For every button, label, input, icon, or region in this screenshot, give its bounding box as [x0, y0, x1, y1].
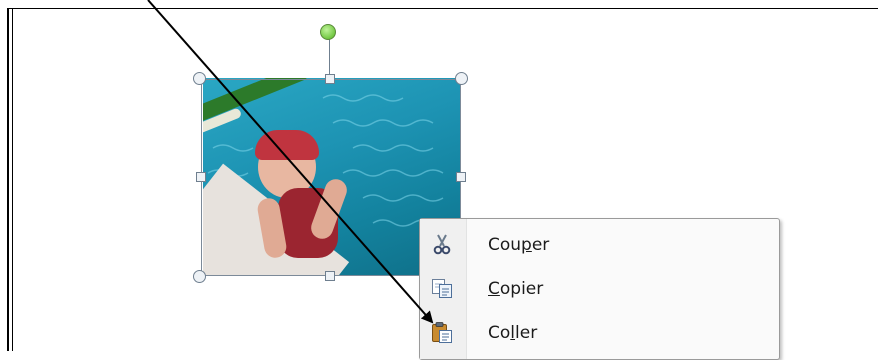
- menu-item-label: Copier: [488, 279, 544, 299]
- menu-item-copy[interactable]: Copier: [420, 267, 778, 309]
- resize-handle-top-right-icon[interactable]: [455, 72, 468, 85]
- clipboard-paste-icon: [432, 322, 452, 343]
- scissors-icon: [433, 234, 451, 255]
- resize-handle-bottom-icon[interactable]: [325, 271, 335, 281]
- resize-handle-top-icon[interactable]: [325, 74, 335, 84]
- resize-handle-left-icon[interactable]: [196, 172, 206, 182]
- resize-handle-top-left-icon[interactable]: [193, 72, 206, 85]
- menu-item-paste[interactable]: Coller: [420, 311, 778, 353]
- rotate-handle-icon[interactable]: [320, 24, 336, 40]
- menu-item-cut[interactable]: Couper: [420, 223, 778, 265]
- context-menu: Couper Copier Coller: [419, 218, 780, 360]
- rotate-handle-stem: [329, 38, 330, 74]
- menu-item-label: Couper: [488, 235, 550, 255]
- document-frame-left-inner: [12, 8, 13, 351]
- document-frame-left: [7, 8, 9, 351]
- document-frame-top: [7, 8, 878, 9]
- resize-handle-right-icon[interactable]: [456, 172, 466, 182]
- menu-item-label: Coller: [488, 323, 538, 343]
- resize-handle-bottom-left-icon[interactable]: [193, 270, 206, 283]
- copy-icon: [432, 279, 452, 298]
